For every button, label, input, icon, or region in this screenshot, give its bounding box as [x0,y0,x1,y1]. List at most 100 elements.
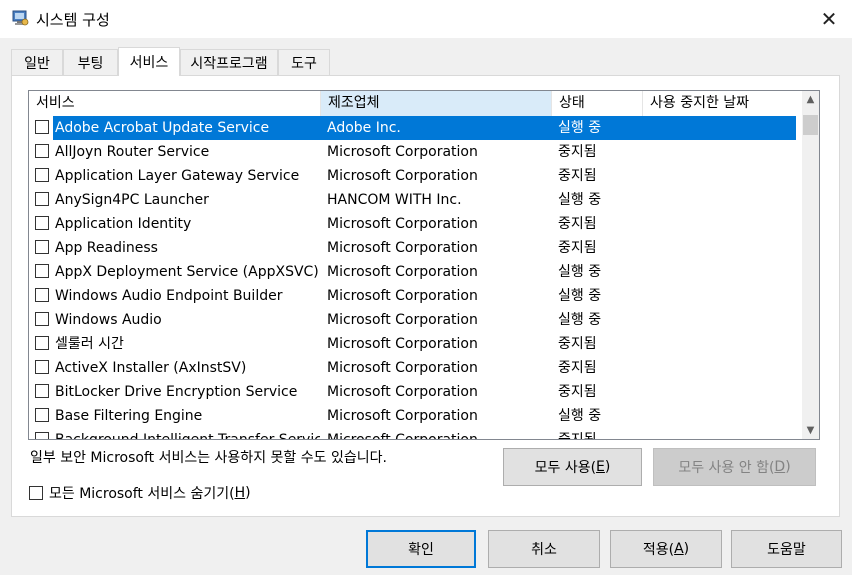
apply-label-tail: ) [683,541,690,557]
disable-all-accesskey: D [774,459,786,475]
service-name: AllJoyn Router Service [55,144,210,160]
scroll-up-icon[interactable]: ▲ [802,91,819,108]
tab-services[interactable]: 서비스 [118,47,180,76]
msconfig-icon [11,9,29,27]
title-bar: 시스템 구성 ✕ [0,0,852,38]
table-row[interactable]: Application Identity Microsoft Corporati… [29,212,802,236]
table-row[interactable]: Windows Audio Endpoint Builder Microsoft… [29,284,802,308]
row-checkbox[interactable] [35,408,49,422]
help-button[interactable]: 도움말 [731,530,842,568]
table-row[interactable]: BitLocker Drive Encryption Service Micro… [29,380,802,404]
ok-label: 확인 [408,542,434,558]
service-name: ActiveX Installer (AxInstSV) [55,360,247,376]
ok-button[interactable]: 확인 [366,530,476,568]
scroll-down-icon[interactable]: ▼ [802,422,819,439]
service-name: Application Identity [55,216,192,232]
service-status: 중지됨 [558,384,597,400]
help-label: 도움말 [767,542,806,558]
row-checkbox[interactable] [35,240,49,254]
service-status: 실행 중 [558,408,602,424]
enable-all-label: 모두 사용( [534,460,597,476]
hide-microsoft-services-checkbox[interactable]: 모든 Microsoft 서비스 숨기기(H) [29,483,251,503]
service-status: 중지됨 [558,144,597,160]
vertical-scrollbar[interactable]: ▲ ▼ [802,91,819,439]
service-status: 실행 중 [558,264,602,280]
row-checkbox[interactable] [35,192,49,206]
enable-all-label-tail: ) [604,459,611,475]
row-checkbox[interactable] [35,312,49,326]
service-name: Background Intelligent Transfer Service [55,432,320,440]
table-row[interactable]: ActiveX Installer (AxInstSV) Microsoft C… [29,356,802,380]
row-checkbox[interactable] [35,432,49,439]
enable-all-accesskey: E [596,459,605,475]
row-checkbox[interactable] [35,288,49,302]
apply-label: 적용( [642,542,675,558]
service-manufacturer: Microsoft Corporation [327,336,478,352]
row-checkbox[interactable] [35,216,49,230]
service-manufacturer: HANCOM WITH Inc. [327,192,462,208]
service-manufacturer: Microsoft Corporation [327,408,478,424]
service-status: 실행 중 [558,192,602,208]
service-manufacturer: Microsoft Corporation [327,312,478,328]
disable-all-button[interactable]: 모두 사용 안 함(D) [653,448,816,486]
table-row[interactable]: Background Intelligent Transfer Service … [29,428,802,440]
cancel-label: 취소 [531,542,557,558]
row-checkbox[interactable] [35,144,49,158]
service-manufacturer: Microsoft Corporation [327,384,478,400]
row-checkbox[interactable] [35,120,49,134]
row-checkbox[interactable] [35,384,49,398]
apply-button[interactable]: 적용(A) [610,530,722,568]
service-status: 중지됨 [558,360,597,376]
service-name: BitLocker Drive Encryption Service [55,384,298,400]
cancel-button[interactable]: 취소 [488,530,600,568]
table-row[interactable]: AnySign4PC Launcher HANCOM WITH Inc. 실행 … [29,188,802,212]
service-name: Base Filtering Engine [55,408,203,424]
column-header-date-disabled[interactable]: 사용 중지한 날짜 [643,91,802,116]
service-status: 실행 중 [558,312,602,328]
table-row[interactable]: AllJoyn Router Service Microsoft Corpora… [29,140,802,164]
tab-boot[interactable]: 부팅 [63,49,118,76]
checkbox-box[interactable] [29,486,43,500]
service-manufacturer: Microsoft Corporation [327,216,478,232]
service-status: 중지됨 [558,168,597,184]
disable-all-label: 모두 사용 안 함( [678,460,775,476]
table-row[interactable]: Application Layer Gateway Service Micros… [29,164,802,188]
service-name: App Readiness [55,240,158,256]
service-manufacturer: Microsoft Corporation [327,264,478,280]
scroll-thumb[interactable] [803,115,818,135]
service-name: Windows Audio [55,312,162,328]
row-checkbox[interactable] [35,168,49,182]
table-row[interactable]: 셀룰러 시간 Microsoft Corporation 중지됨 [29,332,802,356]
column-header-status[interactable]: 상태 [552,91,643,116]
row-checkbox[interactable] [35,264,49,278]
service-status: 중지됨 [558,432,597,440]
column-header-manufacturer[interactable]: 제조업체 [321,91,552,116]
service-name: AnySign4PC Launcher [55,192,209,208]
service-manufacturer: Microsoft Corporation [327,168,478,184]
column-header-service[interactable]: 서비스 [29,91,321,116]
close-button[interactable]: ✕ [806,0,852,38]
row-checkbox[interactable] [35,360,49,374]
apply-accesskey: A [674,541,684,557]
table-row[interactable]: Base Filtering Engine Microsoft Corporat… [29,404,802,428]
service-name: Windows Audio Endpoint Builder [55,288,283,304]
tab-tools[interactable]: 도구 [278,49,330,76]
service-name: AppX Deployment Service (AppXSVC) [55,264,319,280]
service-manufacturer: Microsoft Corporation [327,288,478,304]
service-status: 실행 중 [558,288,602,304]
service-manufacturer: Microsoft Corporation [327,240,478,256]
service-status: 실행 중 [558,120,602,136]
table-row[interactable]: AppX Deployment Service (AppXSVC) Micros… [29,260,802,284]
enable-all-button[interactable]: 모두 사용(E) [503,448,642,486]
tab-general[interactable]: 일반 [11,49,63,76]
hide-ms-label-tail: ) [245,485,251,501]
service-name: 셀룰러 시간 [55,336,124,352]
table-row[interactable]: Adobe Acrobat Update Service Adobe Inc. … [35,116,796,140]
services-list[interactable]: 서비스 제조업체 상태 사용 중지한 날짜 Adobe Acrobat Upda… [28,90,820,440]
tab-startup[interactable]: 시작프로그램 [180,49,278,76]
table-row[interactable]: Windows Audio Microsoft Corporation 실행 중 [29,308,802,332]
table-row[interactable]: App Readiness Microsoft Corporation 중지됨 [29,236,802,260]
hide-ms-label: 모든 Microsoft 서비스 숨기기( [49,486,235,502]
disable-all-label-tail: ) [785,459,791,475]
row-checkbox[interactable] [35,336,49,350]
